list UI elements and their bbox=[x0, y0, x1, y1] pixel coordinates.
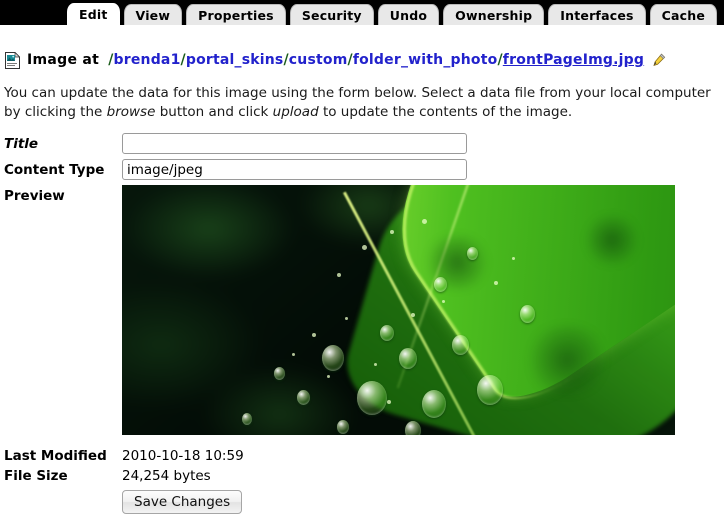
water-droplet bbox=[452, 335, 469, 355]
description-part2: button and click bbox=[155, 104, 273, 120]
water-speck bbox=[292, 353, 295, 356]
water-speck bbox=[387, 400, 391, 404]
preview-row: Preview bbox=[4, 185, 720, 435]
breadcrumb: Image at /brenda1/portal_skins/custom/fo… bbox=[5, 49, 666, 71]
tab-properties[interactable]: Properties bbox=[186, 4, 286, 25]
water-speck bbox=[374, 363, 377, 366]
tab-security[interactable]: Security bbox=[289, 4, 374, 25]
actions-row: Save Changes bbox=[4, 490, 720, 514]
water-speck bbox=[327, 375, 330, 378]
photo-shadow-blot bbox=[422, 235, 492, 290]
water-speck bbox=[312, 333, 316, 337]
tab-interfaces[interactable]: Interfaces bbox=[548, 4, 646, 25]
title-label: Title bbox=[4, 136, 39, 152]
photo-shadow-blot bbox=[582, 215, 642, 265]
tab-view[interactable]: View bbox=[123, 4, 183, 25]
preview-label: Preview bbox=[4, 188, 65, 204]
water-droplet bbox=[422, 390, 446, 418]
water-speck bbox=[494, 281, 498, 285]
title-input[interactable] bbox=[122, 133, 467, 154]
pencil-icon[interactable] bbox=[652, 53, 666, 67]
path-segment-frontpageimg[interactable]: frontPageImg.jpg bbox=[503, 52, 644, 68]
file-size-value: 24,254 bytes bbox=[122, 468, 211, 484]
water-droplet bbox=[322, 345, 344, 371]
water-droplet bbox=[337, 420, 349, 434]
content-type-label: Content Type bbox=[4, 162, 105, 178]
edit-form: Title Content Type Preview bbox=[4, 133, 720, 440]
water-droplet bbox=[467, 247, 478, 260]
path-segment-folder-with-photo[interactable]: folder_with_photo bbox=[353, 52, 498, 68]
description-part3: to update the contents of the image. bbox=[318, 104, 573, 120]
image-document-icon bbox=[5, 51, 20, 69]
image-preview[interactable] bbox=[122, 185, 675, 435]
water-speck bbox=[442, 300, 445, 303]
last-modified-row: Last Modified 2010-10-18 10:59 bbox=[4, 447, 720, 464]
water-droplet bbox=[380, 325, 394, 341]
water-droplet bbox=[399, 348, 417, 369]
water-droplet bbox=[405, 421, 421, 435]
content-type-input[interactable] bbox=[122, 159, 467, 180]
water-droplet bbox=[477, 375, 503, 405]
description-text: You can update the data for this image u… bbox=[4, 84, 718, 122]
path-breadcrumb: /brenda1/portal_skins/custom/folder_with… bbox=[108, 52, 644, 68]
tab-edit[interactable]: Edit bbox=[67, 3, 120, 25]
last-modified-label: Last Modified bbox=[4, 448, 107, 464]
water-speck bbox=[337, 273, 341, 277]
water-droplet bbox=[274, 367, 285, 380]
file-size-label: File Size bbox=[4, 468, 68, 484]
tab-list: Edit View Properties Security Undo Owner… bbox=[67, 0, 718, 25]
water-speck bbox=[512, 257, 515, 260]
path-segment-brenda1[interactable]: brenda1 bbox=[114, 52, 181, 68]
photo-shadow-blot bbox=[522, 325, 612, 395]
water-speck bbox=[411, 313, 415, 317]
file-metadata: Last Modified 2010-10-18 10:59 File Size… bbox=[4, 447, 720, 514]
water-speck bbox=[422, 219, 427, 224]
water-droplet bbox=[520, 305, 535, 323]
tab-undo[interactable]: Undo bbox=[377, 4, 440, 25]
leaf-photo bbox=[122, 185, 675, 435]
title-row: Title bbox=[4, 133, 720, 154]
actions-spacer bbox=[4, 490, 122, 514]
page-title: Image at bbox=[27, 52, 100, 68]
water-droplet bbox=[357, 381, 387, 415]
description-emphasis-upload: upload bbox=[272, 104, 319, 120]
content-type-row: Content Type bbox=[4, 159, 720, 180]
water-speck bbox=[345, 317, 348, 320]
water-droplet bbox=[297, 390, 310, 405]
file-size-row: File Size 24,254 bytes bbox=[4, 467, 720, 484]
water-droplet bbox=[242, 413, 252, 425]
water-speck bbox=[362, 245, 367, 250]
water-droplet bbox=[434, 277, 447, 292]
last-modified-value: 2010-10-18 10:59 bbox=[122, 448, 244, 464]
path-segment-portal-skins[interactable]: portal_skins bbox=[186, 52, 284, 68]
save-changes-button[interactable]: Save Changes bbox=[122, 490, 243, 514]
tab-ownership[interactable]: Ownership bbox=[443, 4, 545, 25]
tab-bar: Edit View Properties Security Undo Owner… bbox=[0, 0, 724, 25]
path-segment-custom[interactable]: custom bbox=[289, 52, 348, 68]
tab-cache[interactable]: Cache bbox=[649, 4, 718, 25]
description-emphasis-browse: browse bbox=[106, 104, 156, 120]
water-speck bbox=[390, 230, 394, 234]
